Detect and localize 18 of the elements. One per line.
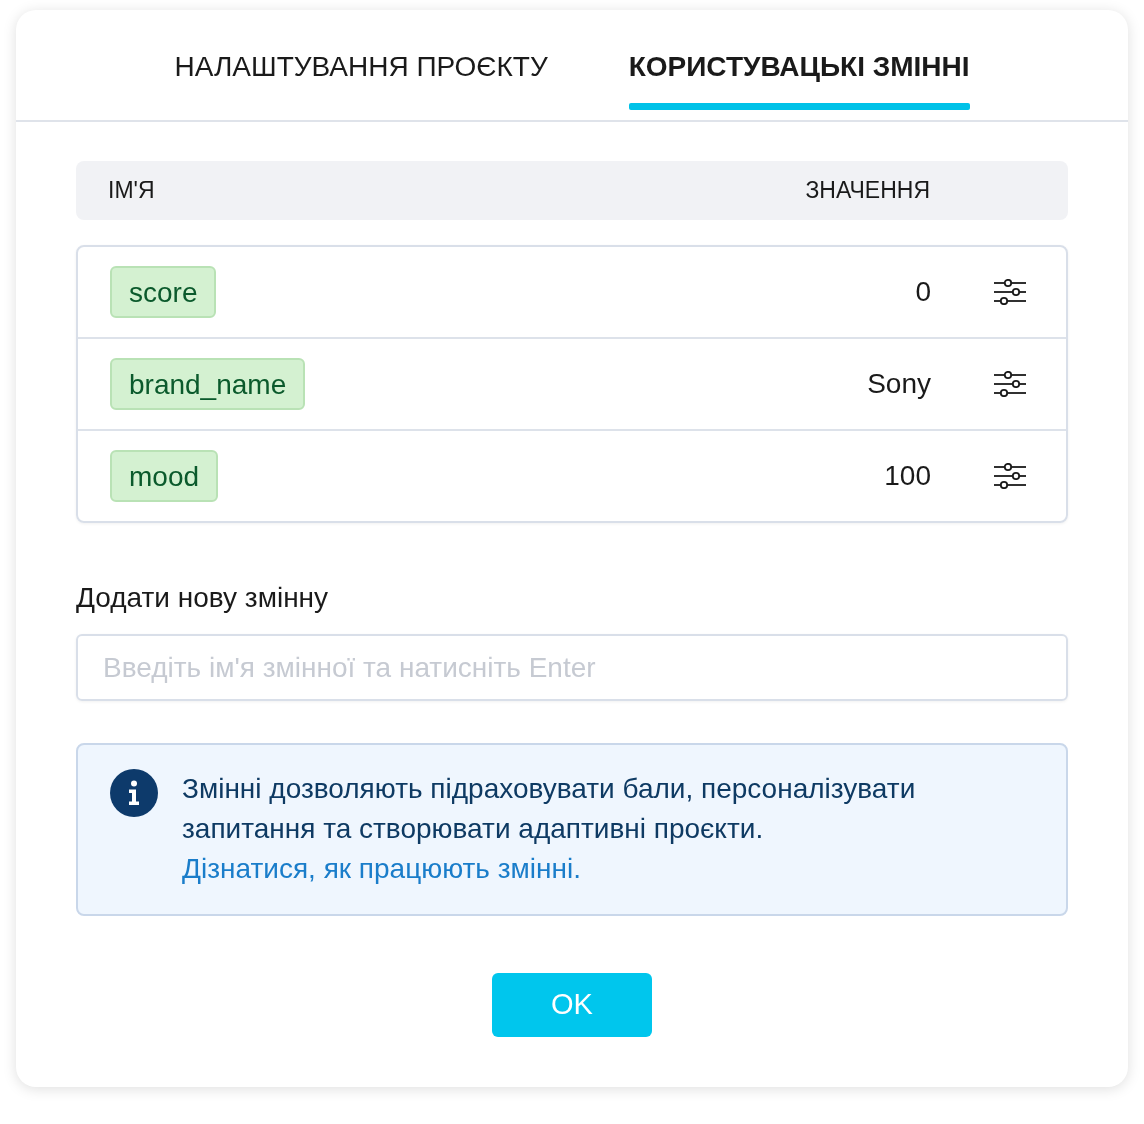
variable-value: 100 — [884, 459, 931, 493]
variable-name-tag: score — [110, 266, 217, 318]
info-icon — [110, 769, 158, 817]
sliders-icon[interactable] — [994, 371, 1026, 397]
variable-value: Sony — [867, 367, 931, 401]
learn-more-link[interactable]: Дізнатися, як працюють змінні. — [182, 853, 581, 884]
sliders-icon[interactable] — [994, 279, 1026, 305]
tab[interactable]: НАЛАШТУВАННЯ ПРОЄКТУ — [174, 50, 548, 120]
column-header: ІМ'Я — [108, 176, 156, 206]
variable-name-tag: brand_name — [110, 358, 306, 410]
add-variable-label: Додати нову змінну — [76, 581, 330, 615]
column-header: ЗНАЧЕННЯ — [805, 176, 930, 206]
variable-value: 0 — [915, 275, 931, 309]
sliders-icon[interactable] — [994, 463, 1026, 489]
tab[interactable]: КОРИСТУВАЦЬКІ ЗМІННІ — [628, 50, 970, 120]
variable-name-tag: mood — [110, 450, 219, 502]
info-text: Змінні дозволяють підраховувати бали, персоналізувати запитання та створювати адаптивні проєкти. Дізнатися, як працюють змінні. — [182, 772, 917, 886]
variable-name-input[interactable]: Введіть ім'я змінної та натисніть Enter — [76, 634, 1068, 701]
